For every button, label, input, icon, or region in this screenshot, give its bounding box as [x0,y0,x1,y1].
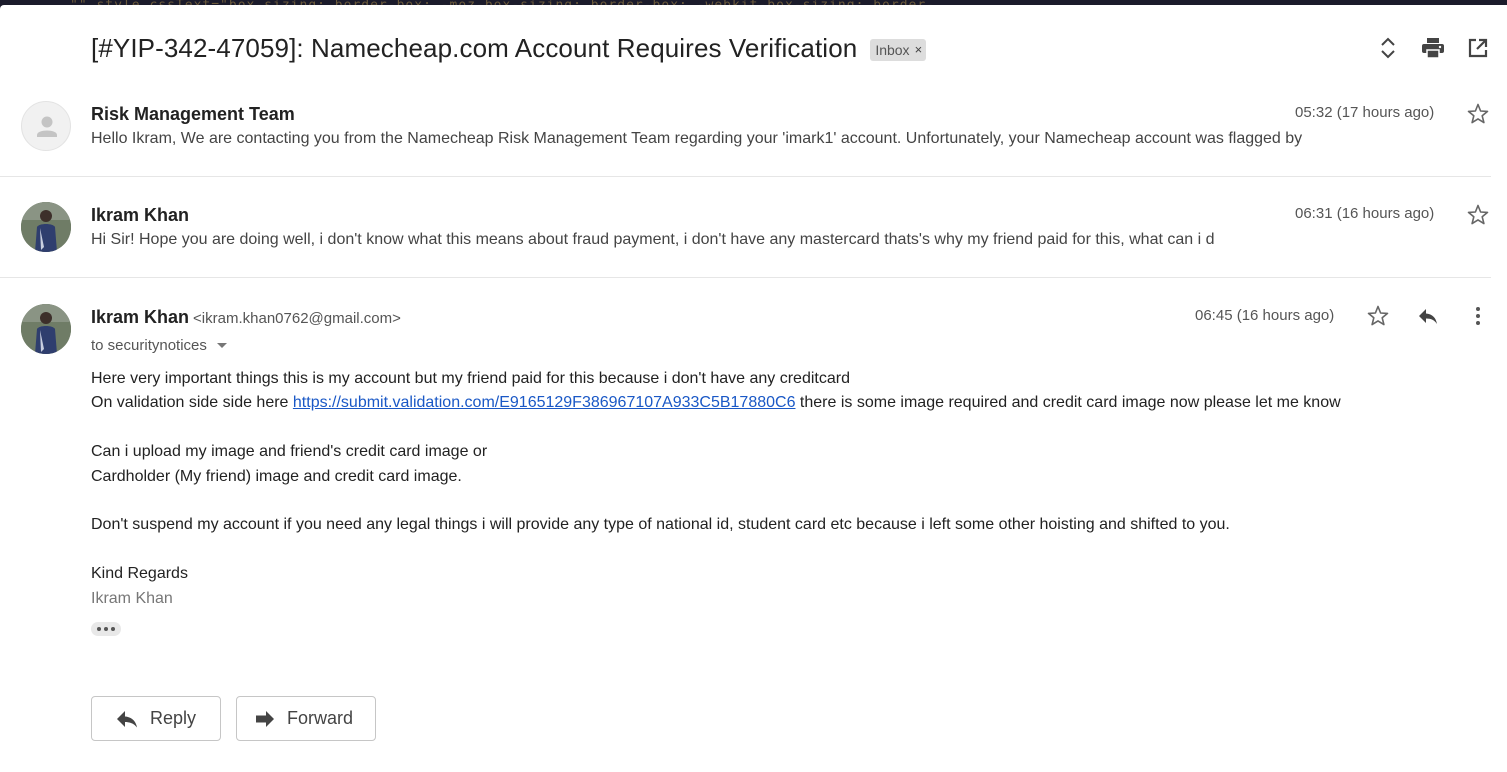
inbox-label-text: Inbox [875,41,910,58]
sender-name[interactable]: Ikram Khan [91,307,189,327]
body-line: Can i upload my image and friend's credi… [91,443,488,461]
star-icon[interactable] [1466,203,1490,227]
message-snippet[interactable]: Hi Sir! Hope you are doing well, i don't… [91,231,1381,249]
print-icon[interactable] [1420,35,1446,61]
body-line: Here very important things this is my ac… [91,370,850,387]
reply-button[interactable]: Reply [91,696,221,741]
email-thread-panel: [#YIP-342-47059]: Namecheap.com Account … [0,5,1507,772]
open-in-new-window-icon[interactable] [1465,35,1491,61]
message-body: Here very important things this is my ac… [91,367,1341,611]
open-message-time: 06:45 (16 hours ago) [1195,307,1335,324]
reply-icon[interactable] [1416,304,1440,328]
sender-avatar-photo [21,202,71,252]
body-text-segment: there is some image required and credit … [795,394,1341,412]
reply-icon [117,710,137,727]
open-message-sender[interactable]: Ikram Khan <ikram.khan0762@gmail.com> [91,307,401,328]
show-trimmed-content-button[interactable] [91,622,121,636]
more-options-icon[interactable] [1466,304,1490,328]
body-line: On validation side side here https://sub… [91,391,1341,415]
message-divider [0,176,1491,177]
sender-email: <ikram.khan0762@gmail.com> [193,310,401,327]
closing-line: Kind Regards [91,565,188,583]
message-divider [0,277,1491,278]
reply-button-label: Reply [150,708,197,728]
body-line: Cardholder (My friend) image and credit … [91,467,462,485]
message-sender[interactable]: Ikram Khan [91,205,189,226]
recipients-text: to securitynotices [91,337,207,354]
message-snippet[interactable]: Hello Ikram, We are contacting you from … [91,130,1381,148]
email-subject: [#YIP-342-47059]: Namecheap.com Account … [91,33,858,63]
message-sender[interactable]: Risk Management Team [91,104,295,125]
subject-row: [#YIP-342-47059]: Namecheap.com Account … [91,33,927,64]
message-time: 05:32 (17 hours ago) [1295,104,1435,121]
body-line: Don't suspend my account if you need any… [91,516,1230,534]
forward-button-label: Forward [287,708,354,728]
inbox-label-chip[interactable]: Inbox × [870,38,927,61]
forward-icon [256,710,274,727]
star-icon[interactable] [1366,304,1390,328]
forward-button[interactable]: Forward [236,696,376,741]
validation-link[interactable]: https://submit.validation.com/E9165129F3… [293,394,796,411]
caret-down-icon [216,343,227,348]
remove-label-icon[interactable]: × [915,42,923,57]
expand-all-icon[interactable] [1375,35,1401,61]
message-time: 06:31 (16 hours ago) [1295,205,1435,222]
star-icon[interactable] [1466,102,1490,126]
body-text-segment: On validation side side here [91,394,293,412]
sender-avatar-photo [21,304,71,354]
recipients-toggle[interactable]: to securitynotices [91,337,227,354]
signature-name: Ikram Khan [91,589,173,607]
sender-avatar-default [21,101,71,151]
